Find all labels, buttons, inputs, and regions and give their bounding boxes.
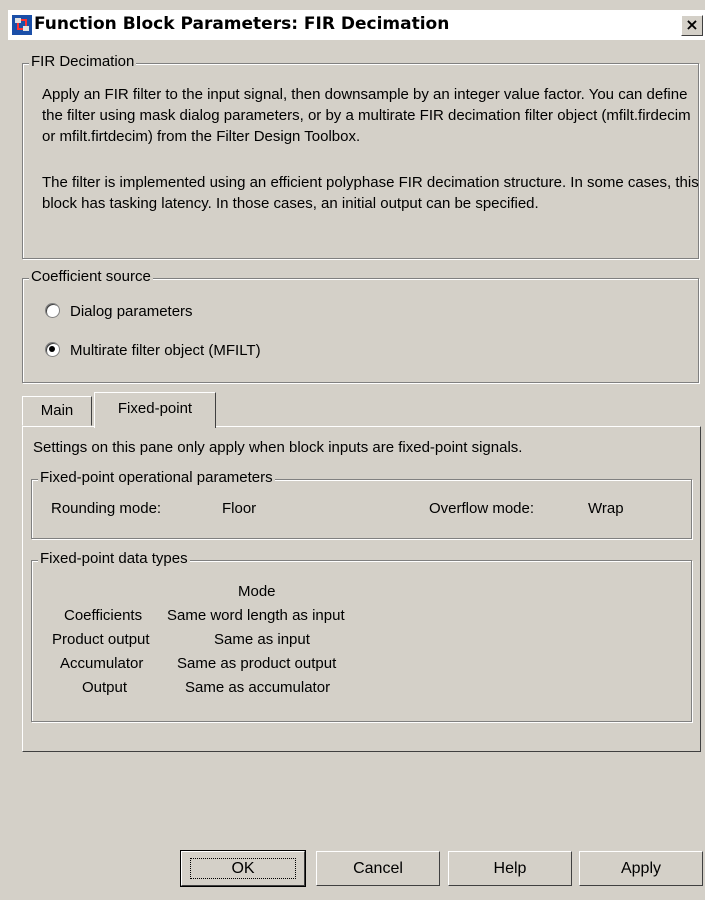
radio-multirate-filter-object[interactable]: Multirate filter object (MFILT) <box>45 342 261 359</box>
description-paragraph-2: The filter is implemented using an effic… <box>42 174 699 212</box>
apply-button-label: Apply <box>620 860 662 877</box>
data-type-name-product-output: Product output <box>52 631 150 648</box>
tab-fixed-point[interactable]: Fixed-point <box>94 392 216 428</box>
title-bar: Function Block Parameters: FIR Decimatio… <box>8 10 705 40</box>
cancel-button-label: Cancel <box>353 860 403 877</box>
rounding-mode-label: Rounding mode: <box>51 500 162 517</box>
tab-main-label: Main <box>40 402 74 419</box>
apply-button[interactable]: Apply <box>579 851 703 886</box>
data-types-legend: Fixed-point data types <box>38 550 190 567</box>
radio-button-selected-icon[interactable] <box>45 342 60 357</box>
coefficient-source-group: Coefficient source Dialog parameters Mul… <box>22 268 699 383</box>
data-type-name-output: Output <box>82 679 128 696</box>
data-type-mode-accumulator: Same as product output <box>177 655 337 672</box>
description-paragraph-1: Apply an FIR filter to the input signal,… <box>42 86 691 145</box>
close-icon: × <box>685 15 699 34</box>
description-group: FIR Decimation Apply an FIR filter to th… <box>22 53 699 259</box>
fixed-point-intro: Settings on this pane only apply when bl… <box>33 439 523 456</box>
radio-label: Dialog parameters <box>70 303 193 320</box>
ok-button[interactable]: OK <box>180 850 306 887</box>
data-type-mode-coefficients: Same word length as input <box>167 607 345 624</box>
data-type-mode-product-output: Same as input <box>214 631 310 648</box>
fixed-point-pane: Settings on this pane only apply when bl… <box>22 426 701 752</box>
data-types-group: Fixed-point data types Mode Coefficients… <box>31 550 692 722</box>
operational-parameters-group: Fixed-point operational parameters Round… <box>31 469 692 539</box>
operational-parameters-legend: Fixed-point operational parameters <box>38 469 275 486</box>
data-type-mode-output: Same as accumulator <box>185 679 331 696</box>
tab-fixed-point-label: Fixed-point <box>117 400 193 417</box>
overflow-mode-value: Wrap <box>588 500 624 517</box>
help-button-label: Help <box>493 860 527 877</box>
data-type-name-accumulator: Accumulator <box>60 655 144 672</box>
window-title: Function Block Parameters: FIR Decimatio… <box>34 14 450 34</box>
rounding-mode-value: Floor <box>222 500 257 517</box>
cancel-button[interactable]: Cancel <box>316 851 440 886</box>
simulink-block-icon <box>12 15 32 35</box>
data-type-name-coefficients: Coefficients <box>64 607 143 624</box>
coefficient-source-legend: Coefficient source <box>29 268 153 285</box>
focus-indicator <box>190 858 296 879</box>
tab-main[interactable]: Main <box>22 396 92 426</box>
overflow-mode-label: Overflow mode: <box>429 500 535 517</box>
mode-column-header: Mode <box>238 583 276 600</box>
close-button[interactable]: × <box>681 15 703 36</box>
radio-label: Multirate filter object (MFILT) <box>70 342 261 359</box>
dialog-window: Function Block Parameters: FIR Decimatio… <box>0 0 705 900</box>
radio-button-icon[interactable] <box>45 303 60 318</box>
radio-dialog-parameters[interactable]: Dialog parameters <box>45 303 193 320</box>
help-button[interactable]: Help <box>448 851 572 886</box>
description-legend: FIR Decimation <box>29 53 137 70</box>
